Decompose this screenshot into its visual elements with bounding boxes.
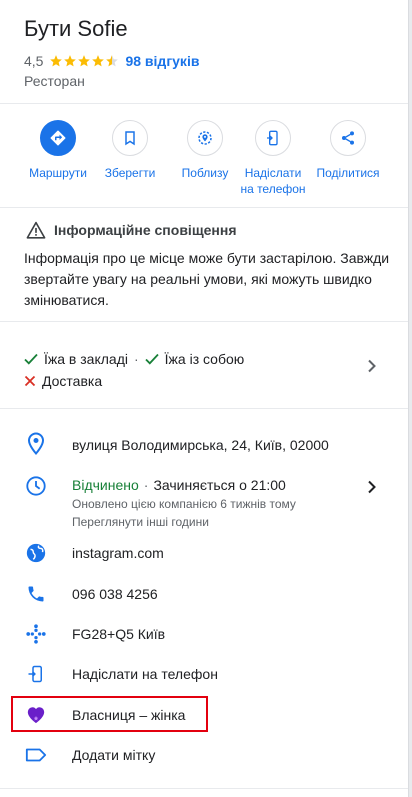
service-dine-in: Їжа в закладі xyxy=(24,348,128,370)
bookmark-icon xyxy=(112,120,148,156)
reviews-link[interactable]: 98 відгуків xyxy=(125,53,199,69)
website-row[interactable]: instagram.com xyxy=(0,541,408,567)
rating-value: 4,5 xyxy=(24,53,44,69)
notice-heading: Інформаційне сповіщення xyxy=(26,221,237,239)
phone-number: 096 038 4256 xyxy=(72,586,158,602)
divider xyxy=(0,103,408,104)
highlight-annotation xyxy=(11,696,208,732)
address-text: вулиця Володимирська, 24, Київ, 02000 xyxy=(72,437,329,453)
plus-code-row[interactable]: FG28+Q5 Київ xyxy=(0,622,408,648)
star-icon xyxy=(92,55,105,67)
globe-icon xyxy=(24,541,48,565)
half-star-icon xyxy=(106,55,119,67)
hours-row[interactable]: Відчинено · Зачиняється о 21:00 Оновлено… xyxy=(0,474,408,531)
chevron-right-icon[interactable] xyxy=(362,477,382,497)
service-dine-in-label: Їжа в закладі xyxy=(44,351,128,367)
divider xyxy=(0,408,408,409)
clock-icon xyxy=(24,474,48,498)
share-icon xyxy=(330,120,366,156)
hours-next: Зачиняється о 21:00 xyxy=(153,477,286,493)
add-label-text: Додати мітку xyxy=(72,747,156,763)
website-link: instagram.com xyxy=(72,545,164,561)
hours-status: Відчинено xyxy=(72,477,139,493)
rating-row: 4,5 98 відгуків xyxy=(24,51,199,71)
plus-code: FG28+Q5 Київ xyxy=(72,626,166,642)
nearby-button[interactable]: Поблизу xyxy=(168,120,242,181)
send-to-phone-text: Надіслати на телефон xyxy=(72,666,218,682)
phone-icon xyxy=(24,582,48,606)
save-label: Зберегти xyxy=(104,166,156,180)
save-button[interactable]: Зберегти xyxy=(93,120,167,181)
send-to-phone-row[interactable]: Надіслати на телефон xyxy=(0,662,408,688)
map-edge xyxy=(408,0,412,797)
directions-icon xyxy=(40,120,76,156)
service-takeout: Їжа із собою xyxy=(145,348,245,370)
divider xyxy=(0,321,408,322)
star-icon xyxy=(64,55,77,67)
star-icon xyxy=(78,55,91,67)
notice-title: Інформаційне сповіщення xyxy=(54,222,237,238)
warning-icon xyxy=(26,221,46,239)
directions-label: Маршрути xyxy=(29,166,87,180)
hours-summary: Відчинено · Зачиняється о 21:00 Оновлено… xyxy=(72,475,296,531)
service-delivery-label: Доставка xyxy=(42,373,103,389)
address-row[interactable]: вулиця Володимирська, 24, Київ, 02000 xyxy=(0,432,408,460)
service-delivery: Доставка xyxy=(24,370,102,392)
cross-icon xyxy=(24,375,36,387)
divider xyxy=(0,788,408,789)
service-options[interactable]: Їжа в закладі · Їжа із собою Доставка xyxy=(24,348,384,392)
star-rating xyxy=(49,54,119,68)
separator-dot: · xyxy=(133,351,139,367)
place-panel: Бути Sofie 4,5 98 відгуків Ресторан Марш… xyxy=(0,0,408,797)
star-icon xyxy=(50,55,63,67)
divider xyxy=(0,207,408,208)
directions-button[interactable]: Маршрути xyxy=(21,120,95,181)
nearby-icon xyxy=(187,120,223,156)
check-icon xyxy=(24,353,38,365)
plus-code-icon xyxy=(24,622,48,646)
chevron-right-icon[interactable] xyxy=(362,356,382,376)
nearby-label: Поблизу xyxy=(181,166,229,180)
place-category: Ресторан xyxy=(24,73,85,89)
place-title: Бути Sofie xyxy=(24,16,128,41)
separator-dot: · xyxy=(143,477,149,493)
send-to-phone-button[interactable]: Надіслати на телефон xyxy=(236,120,310,197)
hours-updated: Оновлено цією компанією 6 тижнів тому xyxy=(72,497,296,511)
send-to-phone-label: Надіслати на телефон xyxy=(240,166,306,196)
hours-other-link[interactable]: Переглянути інші години xyxy=(72,513,296,531)
action-bar: Маршрути Зберегти Поблизу Надіслати на т… xyxy=(0,120,408,204)
phone-send-icon xyxy=(255,120,291,156)
location-pin-icon xyxy=(24,432,48,456)
share-button[interactable]: Поділитися xyxy=(311,120,385,181)
notice-text: Інформація про це місце може бути застар… xyxy=(24,250,390,308)
add-label-row[interactable]: Додати мітку xyxy=(0,743,408,769)
share-label: Поділитися xyxy=(316,166,380,180)
phone-row[interactable]: 096 038 4256 xyxy=(0,582,408,608)
service-takeout-label: Їжа із собою xyxy=(164,351,245,367)
check-icon xyxy=(145,353,159,365)
phone-send-icon xyxy=(24,662,48,686)
label-tag-icon xyxy=(24,743,48,767)
